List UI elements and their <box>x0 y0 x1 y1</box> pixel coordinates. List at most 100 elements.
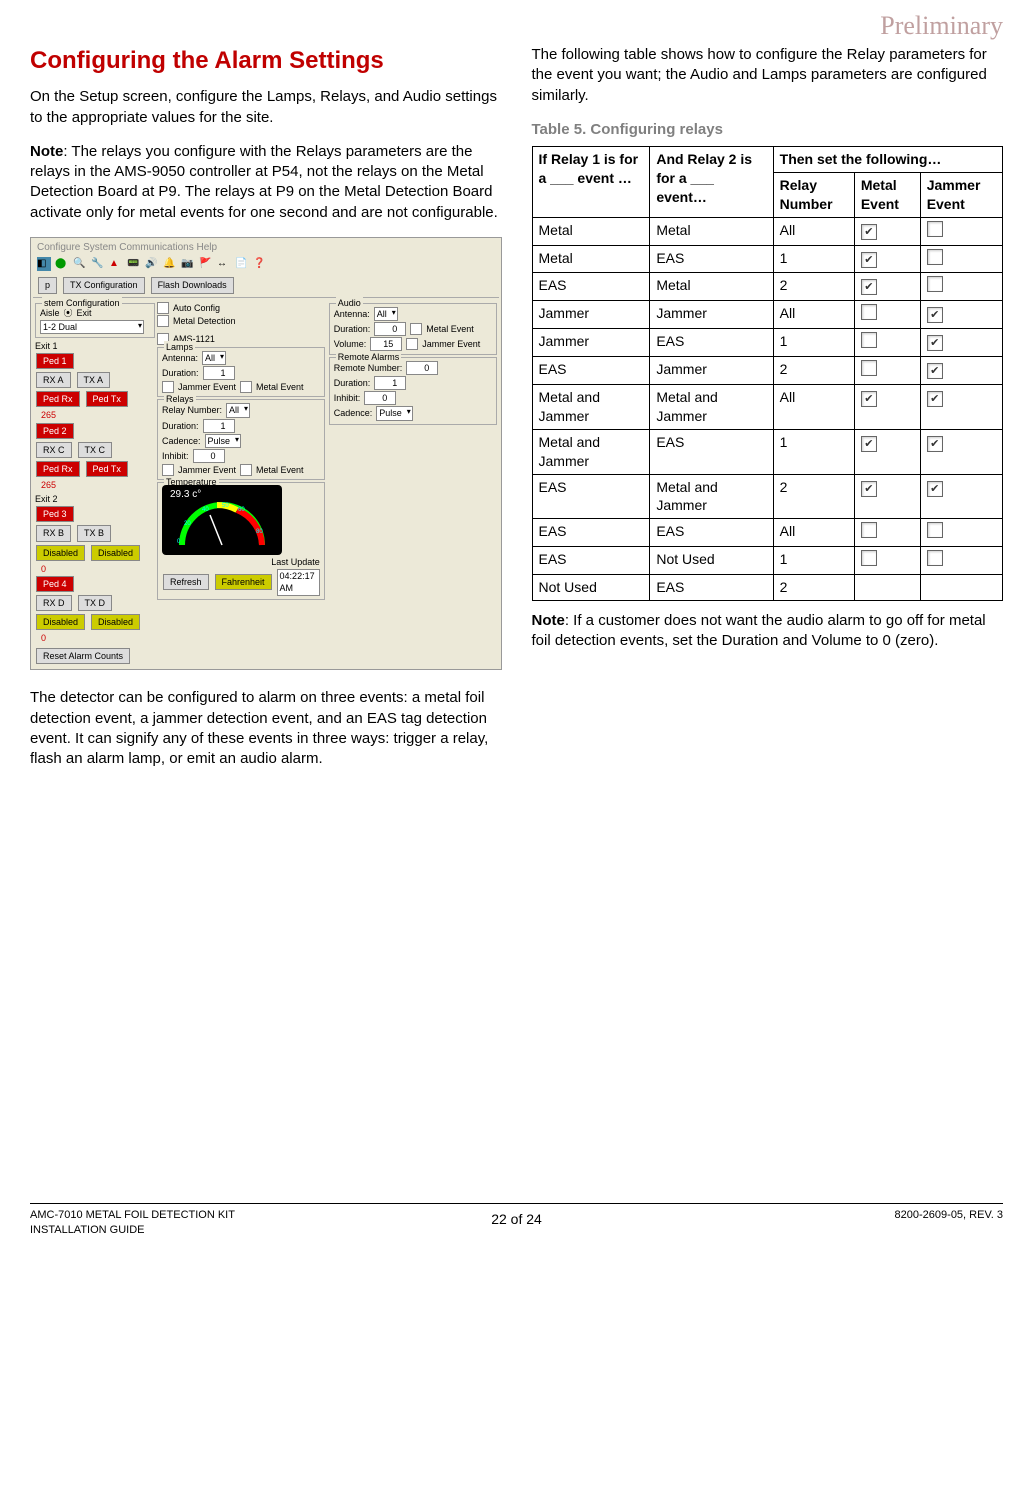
temp-group: Temperature 29.3 c° 0 20 <box>157 482 325 599</box>
reset-button[interactable]: Reset Alarm Counts <box>36 648 130 664</box>
disabled: Disabled <box>36 545 85 561</box>
tb-icon: 📟 <box>127 257 141 271</box>
tab[interactable]: p <box>38 277 57 293</box>
fs-title: Relays <box>164 393 196 405</box>
sel[interactable]: All <box>202 351 226 365</box>
label: Metal Event <box>256 464 304 476</box>
exit1-label: Exit 1 <box>35 340 155 352</box>
cell <box>854 385 920 430</box>
ped-btn[interactable]: Ped 2 <box>36 423 74 439</box>
spin[interactable]: 15 <box>370 337 402 351</box>
cb[interactable] <box>157 315 169 327</box>
system-config: stem Configuration Aisle ⦿ Exit 1-2 Dual <box>35 303 155 338</box>
table-row: Not UsedEAS2 <box>532 575 1003 601</box>
checkbox-icon <box>927 522 943 538</box>
cell <box>854 217 920 245</box>
pedrx: Ped Rx <box>36 461 80 477</box>
checkbox-icon <box>861 360 877 376</box>
label: Metal Detection <box>173 315 236 327</box>
cell: Jammer <box>650 357 773 385</box>
cell <box>854 547 920 575</box>
cell: All <box>773 519 854 547</box>
tb-icon: 📷 <box>181 257 195 271</box>
table-caption: Table 5. Configuring relays <box>532 120 1004 140</box>
ped-btn[interactable]: Ped 1 <box>36 353 74 369</box>
spin[interactable]: 0 <box>374 322 406 336</box>
checkbox-icon <box>927 276 943 292</box>
cell: Metal and Jammer <box>532 429 650 474</box>
table-row: EASMetal and Jammer2 <box>532 474 1003 519</box>
label: Relay Number: <box>162 404 222 416</box>
th-metal-event: Metal Event <box>854 172 920 217</box>
sel[interactable]: All <box>374 307 398 321</box>
note-1: Note: The relays you configure with the … <box>30 142 502 223</box>
cell: Not Used <box>650 547 773 575</box>
label: Jammer Event <box>422 338 480 350</box>
spin[interactable]: 1 <box>203 366 235 380</box>
ped-row: RX A TX A <box>35 371 155 389</box>
table-row: EASNot Used1 <box>532 547 1003 575</box>
cb[interactable] <box>162 381 174 393</box>
cell <box>854 357 920 385</box>
mode-select[interactable]: 1-2 Dual <box>40 320 144 334</box>
tb-icon: 🔔 <box>163 257 177 271</box>
cell: EAS <box>532 273 650 301</box>
refresh-btn[interactable]: Refresh <box>163 574 209 590</box>
cell: Metal <box>532 245 650 273</box>
paragraph-1: On the Setup screen, configure the Lamps… <box>30 87 502 128</box>
cell <box>920 245 1002 273</box>
spin[interactable]: 1 <box>203 419 235 433</box>
time: 04:22:17 AM <box>277 569 320 595</box>
ped-btn[interactable]: Ped 4 <box>36 576 74 592</box>
cell: 1 <box>773 245 854 273</box>
unit-btn[interactable]: Fahrenheit <box>215 574 272 590</box>
spin[interactable]: 0 <box>364 391 396 405</box>
spin[interactable]: 1 <box>374 376 406 390</box>
cell: Not Used <box>532 575 650 601</box>
checkbox-icon <box>861 304 877 320</box>
cell: Jammer <box>532 329 650 357</box>
spin[interactable]: 0 <box>193 449 225 463</box>
relay-table: If Relay 1 is for a ___ event … And Rela… <box>532 146 1004 601</box>
svg-text:50: 50 <box>222 503 229 509</box>
table-row: JammerEAS1 <box>532 329 1003 357</box>
tab[interactable]: Flash Downloads <box>151 277 234 293</box>
footer-right: 8200-2609-05, REV. 3 <box>895 1208 1003 1238</box>
content-columns: Configuring the Alarm Settings On the Se… <box>30 45 1003 783</box>
fs-title: stem Configuration <box>42 297 122 309</box>
sel[interactable]: All <box>226 403 250 417</box>
sel[interactable]: Pulse <box>376 406 413 420</box>
svg-text:40: 40 <box>202 507 209 513</box>
svg-text:20: 20 <box>184 521 191 527</box>
cb[interactable] <box>240 464 252 476</box>
cell: 1 <box>773 329 854 357</box>
pedtx: Ped Tx <box>86 391 128 407</box>
cell: 1 <box>773 429 854 474</box>
tb-icon: 🔍 <box>73 257 87 271</box>
cb[interactable] <box>406 338 418 350</box>
tx: TX B <box>77 525 111 541</box>
cb[interactable] <box>157 302 169 314</box>
cb[interactable] <box>162 464 174 476</box>
label: Last Update <box>271 556 320 568</box>
tab[interactable]: TX Configuration <box>63 277 145 293</box>
checkbox-icon <box>861 436 877 452</box>
checkbox-icon <box>927 391 943 407</box>
cell: EAS <box>532 357 650 385</box>
tb-icon: ↔ <box>217 257 231 271</box>
fs-title: Lamps <box>164 341 195 353</box>
checkbox-icon <box>861 252 877 268</box>
cell <box>920 357 1002 385</box>
label: Cadence: <box>334 407 373 419</box>
cell: EAS <box>650 429 773 474</box>
svg-text:29.3 c°: 29.3 c° <box>170 489 201 500</box>
checkbox-icon <box>927 481 943 497</box>
spin[interactable]: 0 <box>406 361 438 375</box>
cb[interactable] <box>240 381 252 393</box>
temp-gauge: 29.3 c° 0 20 40 50 60 80 <box>162 485 282 555</box>
remote-group: Remote Alarms Remote Number:0 Duration:1… <box>329 357 497 425</box>
label: Remote Number: <box>334 362 403 374</box>
sel[interactable]: Pulse <box>205 434 242 448</box>
ped-btn[interactable]: Ped 3 <box>36 506 74 522</box>
cb[interactable] <box>410 323 422 335</box>
